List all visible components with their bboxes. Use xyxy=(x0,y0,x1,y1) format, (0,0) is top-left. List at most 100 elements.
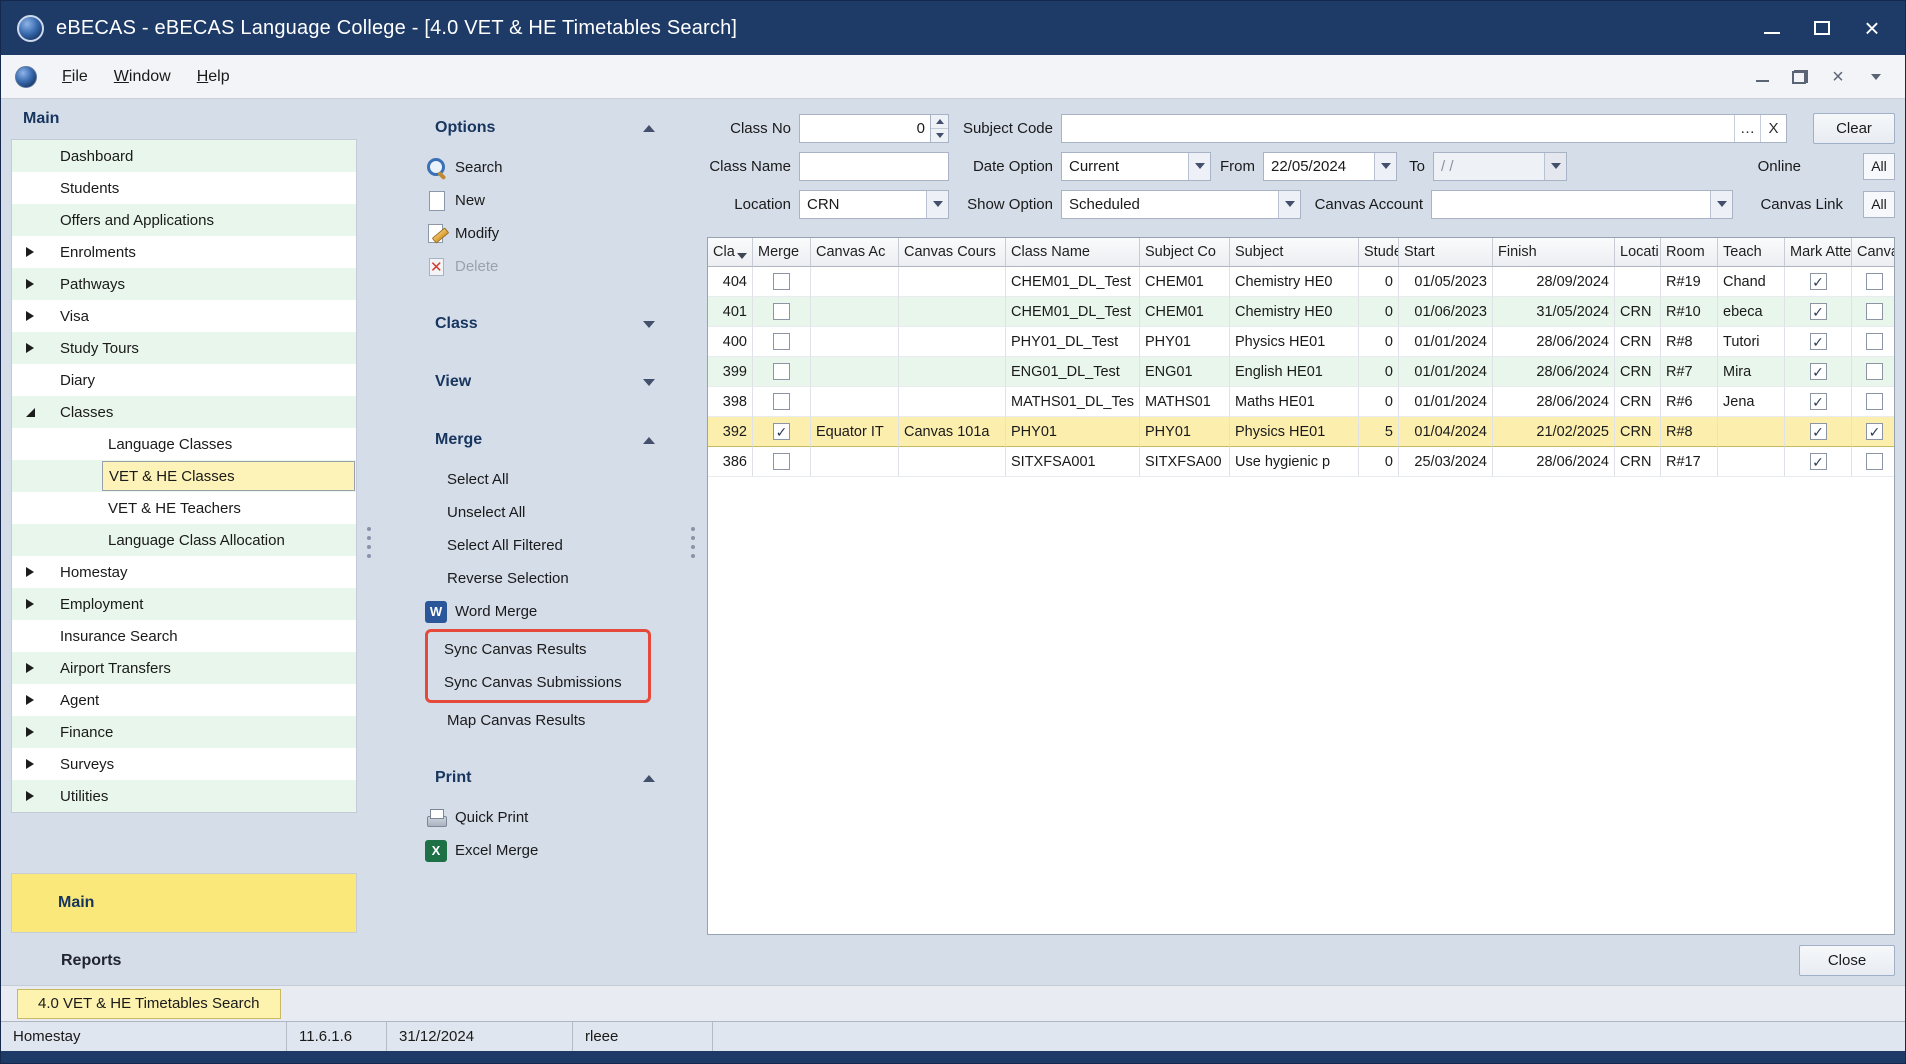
group-header-view[interactable]: View xyxy=(419,365,659,399)
class-no-input[interactable]: 0 xyxy=(799,114,949,143)
sidebar-item-diary[interactable]: Diary xyxy=(12,364,356,396)
sidebar-item-agent[interactable]: Agent xyxy=(12,684,356,716)
tool-item-unselect-all[interactable]: Unselect All xyxy=(419,496,659,529)
close-button[interactable]: Close xyxy=(1799,945,1895,976)
spin-up-icon[interactable] xyxy=(931,115,948,129)
chevron-down-icon[interactable] xyxy=(926,191,948,218)
col-header-canvas[interactable]: Canva xyxy=(1852,238,1895,267)
group-header-class[interactable]: Class xyxy=(419,307,659,341)
canvas-checkbox[interactable] xyxy=(1866,453,1883,470)
sidebar-item-dashboard[interactable]: Dashboard xyxy=(12,140,356,172)
group-header-options[interactable]: Options xyxy=(419,111,659,145)
sidebar-item-vet-he-teachers[interactable]: VET & HE Teachers xyxy=(12,492,356,524)
col-header-merge[interactable]: Merge xyxy=(753,238,811,267)
sidebar-item-students[interactable]: Students xyxy=(12,172,356,204)
col-header-subject_code[interactable]: Subject Co xyxy=(1140,238,1230,267)
menu-file[interactable]: File xyxy=(49,62,101,92)
canvas-checkbox[interactable] xyxy=(1866,303,1883,320)
mdi-restore-button[interactable] xyxy=(1791,68,1809,86)
mark_att-checkbox[interactable] xyxy=(1810,273,1827,290)
subject-code-input[interactable]: … X xyxy=(1061,114,1787,143)
mark_att-checkbox[interactable] xyxy=(1810,363,1827,380)
sidebar-item-finance[interactable]: Finance xyxy=(12,716,356,748)
table-row[interactable]: 399ENG01_DL_TestENG01English HE01001/01/… xyxy=(708,357,1895,387)
sidebar-group-reports[interactable]: Reports xyxy=(11,939,357,983)
close-window-button[interactable]: × xyxy=(1847,8,1897,48)
tool-item-word-merge[interactable]: Word Merge xyxy=(419,595,659,628)
sidebar-item-study-tours[interactable]: Study Tours xyxy=(12,332,356,364)
chevron-down-icon[interactable] xyxy=(1374,153,1396,180)
tool-item-sync-canvas-results[interactable]: Sync Canvas Results xyxy=(428,633,648,666)
col-header-canvas_account[interactable]: Canvas Ac xyxy=(811,238,899,267)
sidebar-item-employment[interactable]: Employment xyxy=(12,588,356,620)
tool-item-sync-canvas-submissions[interactable]: Sync Canvas Submissions xyxy=(428,666,648,699)
menu-help[interactable]: Help xyxy=(184,62,243,92)
col-header-students[interactable]: Stude xyxy=(1359,238,1399,267)
sidebar-item-language-classes[interactable]: Language Classes xyxy=(12,428,356,460)
tool-item-select-all-filtered[interactable]: Select All Filtered xyxy=(419,529,659,562)
table-row[interactable]: 392Equator ITCanvas 101aPHY01PHY01Physic… xyxy=(708,417,1895,447)
merge-checkbox[interactable] xyxy=(773,393,790,410)
col-header-location[interactable]: Locati xyxy=(1615,238,1661,267)
merge-checkbox[interactable] xyxy=(773,273,790,290)
col-header-room[interactable]: Room xyxy=(1661,238,1718,267)
sidebar-item-pathways[interactable]: Pathways xyxy=(12,268,356,300)
chevron-down-icon[interactable] xyxy=(1278,191,1300,218)
sidebar-item-classes[interactable]: Classes xyxy=(12,396,356,428)
canvas-checkbox[interactable] xyxy=(1866,363,1883,380)
sidebar-item-homestay[interactable]: Homestay xyxy=(12,556,356,588)
menu-window[interactable]: Window xyxy=(101,62,184,92)
chevron-down-icon[interactable] xyxy=(1188,153,1210,180)
canvas-checkbox[interactable] xyxy=(1866,423,1883,440)
merge-checkbox[interactable] xyxy=(773,423,790,440)
col-header-class_no[interactable]: Cla xyxy=(708,238,753,267)
date-option-select[interactable]: Current xyxy=(1061,152,1211,181)
table-row[interactable]: 386SITXFSA001SITXFSA00Use hygienic p025/… xyxy=(708,447,1895,477)
group-header-print[interactable]: Print xyxy=(419,761,659,795)
table-row[interactable]: 401CHEM01_DL_TestCHEM01Chemistry HE0001/… xyxy=(708,297,1895,327)
clear-button[interactable]: Clear xyxy=(1813,113,1895,144)
table-row[interactable]: 398MATHS01_DL_TesMATHS01Maths HE01001/01… xyxy=(708,387,1895,417)
mark_att-checkbox[interactable] xyxy=(1810,303,1827,320)
col-header-subject[interactable]: Subject xyxy=(1230,238,1359,267)
sidebar-item-visa[interactable]: Visa xyxy=(12,300,356,332)
sidebar-item-insurance-search[interactable]: Insurance Search xyxy=(12,620,356,652)
mark_att-checkbox[interactable] xyxy=(1810,423,1827,440)
sidebar-item-surveys[interactable]: Surveys xyxy=(12,748,356,780)
group-header-merge[interactable]: Merge xyxy=(419,423,659,457)
merge-checkbox[interactable] xyxy=(773,333,790,350)
tool-item-new[interactable]: New xyxy=(419,184,659,217)
tab-vet-he-timetables-search[interactable]: 4.0 VET & HE Timetables Search xyxy=(17,989,281,1019)
mark_att-checkbox[interactable] xyxy=(1810,393,1827,410)
col-header-teacher[interactable]: Teach xyxy=(1718,238,1785,267)
canvas-checkbox[interactable] xyxy=(1866,273,1883,290)
tool-item-search[interactable]: Search xyxy=(419,151,659,184)
col-header-start[interactable]: Start xyxy=(1399,238,1493,267)
sidebar-item-enrolments[interactable]: Enrolments xyxy=(12,236,356,268)
canvas-account-select[interactable] xyxy=(1431,190,1733,219)
tool-item-select-all[interactable]: Select All xyxy=(419,463,659,496)
tool-item-map-canvas-results[interactable]: Map Canvas Results xyxy=(419,704,659,737)
col-header-mark_att[interactable]: Mark Atte xyxy=(1785,238,1852,267)
sidebar-group-main[interactable]: Main xyxy=(11,873,357,933)
chevron-down-icon[interactable] xyxy=(1710,191,1732,218)
spin-down-icon[interactable] xyxy=(931,129,948,142)
merge-checkbox[interactable] xyxy=(773,303,790,320)
table-row[interactable]: 400PHY01_DL_TestPHY01Physics HE01001/01/… xyxy=(708,327,1895,357)
mark_att-checkbox[interactable] xyxy=(1810,333,1827,350)
sidebar-item-language-class-allocation[interactable]: Language Class Allocation xyxy=(12,524,356,556)
canvas-checkbox[interactable] xyxy=(1866,333,1883,350)
from-date-picker[interactable]: 22/05/2024 xyxy=(1263,152,1397,181)
tool-item-quick-print[interactable]: Quick Print xyxy=(419,801,659,834)
subject-code-lookup-button[interactable]: … xyxy=(1734,115,1760,142)
canvas-link-all-button[interactable]: All xyxy=(1863,191,1895,218)
mdi-close-button[interactable]: × xyxy=(1829,68,1847,86)
mdi-minimize-button[interactable] xyxy=(1753,68,1771,86)
sidebar-item-vet-he-classes[interactable]: VET & HE Classes xyxy=(12,460,356,492)
mark_att-checkbox[interactable] xyxy=(1810,453,1827,470)
col-header-canvas_course[interactable]: Canvas Cours xyxy=(899,238,1006,267)
subject-code-clear-button[interactable]: X xyxy=(1760,115,1786,142)
online-all-button[interactable]: All xyxy=(1863,153,1895,180)
col-header-class_name[interactable]: Class Name xyxy=(1006,238,1140,267)
maximize-button[interactable] xyxy=(1797,8,1847,48)
